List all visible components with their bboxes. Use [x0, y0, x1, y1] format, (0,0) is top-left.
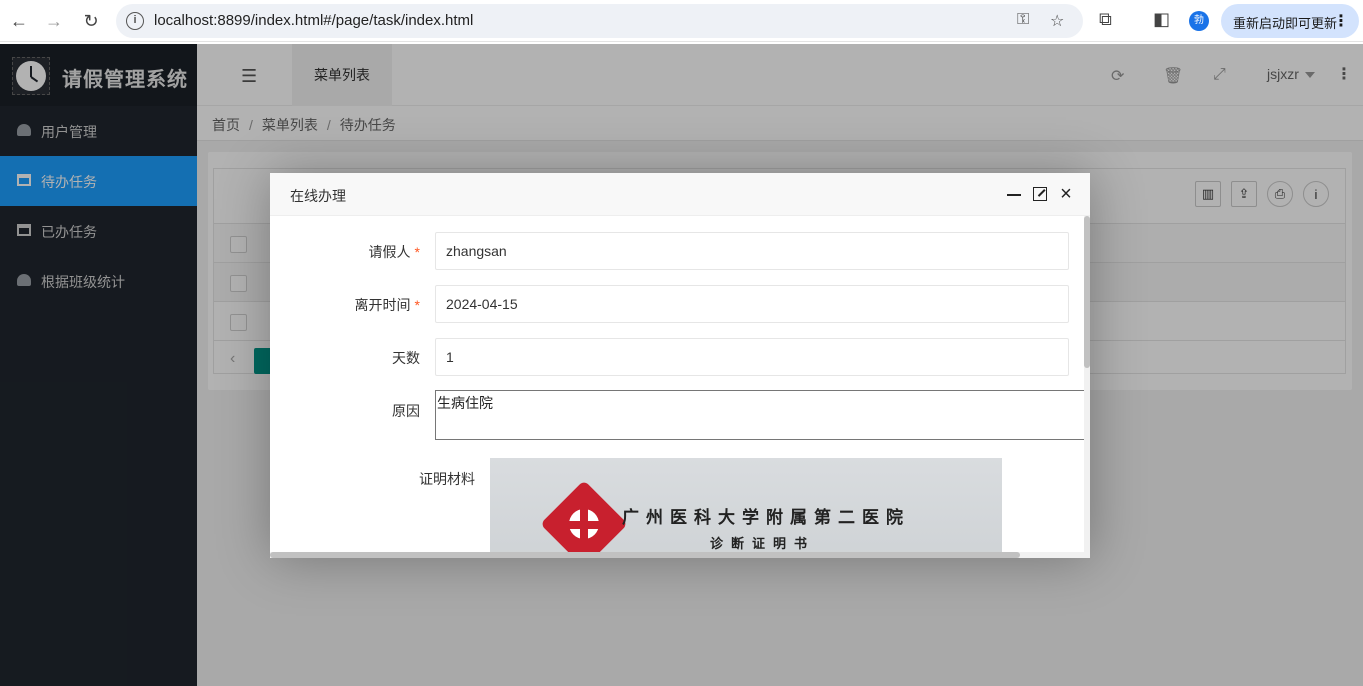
- reason-label: 原因: [392, 403, 420, 419]
- leave-date-field[interactable]: 2024-04-15: [435, 285, 1069, 323]
- star-icon[interactable]: ☆: [1050, 11, 1064, 31]
- extensions-icon[interactable]: ⧉: [1099, 9, 1112, 30]
- vertical-scrollbar[interactable]: [1084, 216, 1090, 558]
- horizontal-scrollbar[interactable]: [270, 552, 1084, 558]
- leave-date-label: 离开时间 *: [354, 297, 420, 313]
- days-field[interactable]: 1: [435, 338, 1069, 376]
- menu-dots-icon: ⋮: [1333, 13, 1349, 30]
- address-bar[interactable]: i localhost:8899/index.html#/page/task/i…: [116, 4, 1083, 38]
- reload-icon[interactable]: ↻: [79, 9, 103, 33]
- update-button-label: 重新启动即可更新: [1233, 16, 1338, 31]
- site-info-icon[interactable]: i: [126, 12, 144, 30]
- maximize-icon[interactable]: [1031, 185, 1049, 203]
- browser-toolbar: ← → ↻ i localhost:8899/index.html#/page/…: [0, 0, 1363, 42]
- forward-icon[interactable]: →: [42, 9, 66, 33]
- applicant-field[interactable]: zhangsan: [435, 232, 1069, 270]
- key-icon[interactable]: ⚿: [1017, 11, 1029, 29]
- days-label: 天数: [392, 350, 420, 366]
- profile-avatar[interactable]: 勃: [1189, 11, 1209, 31]
- url-text: localhost:8899/index.html#/page/task/ind…: [154, 12, 474, 29]
- dialog-header: 在线办理 ×: [270, 173, 1090, 216]
- handle-dialog: 在线办理 × 请假人 * zhangsan 离开时间 * 2024-04-15 天数…: [270, 173, 1090, 558]
- side-panel-icon[interactable]: ◧: [1153, 9, 1170, 30]
- back-icon[interactable]: ←: [7, 9, 31, 33]
- proof-label: 证明材料: [419, 471, 475, 487]
- minimize-icon[interactable]: [1005, 185, 1023, 203]
- close-icon[interactable]: ×: [1057, 184, 1075, 204]
- dialog-body: 请假人 * zhangsan 离开时间 * 2024-04-15 天数 1 原因 生…: [270, 216, 1084, 552]
- applicant-label: 请假人 *: [368, 244, 420, 260]
- dialog-title: 在线办理: [290, 188, 346, 204]
- reason-textarea[interactable]: 生病住院: [435, 390, 1084, 440]
- hospital-name: 广州医科大学附属第二医院: [622, 508, 910, 528]
- document-title: 诊断证明书: [710, 537, 816, 552]
- proof-image: 广州医科大学附属第二医院 诊断证明书: [490, 458, 1002, 552]
- update-button[interactable]: 重新启动即可更新 ⋮: [1221, 4, 1359, 38]
